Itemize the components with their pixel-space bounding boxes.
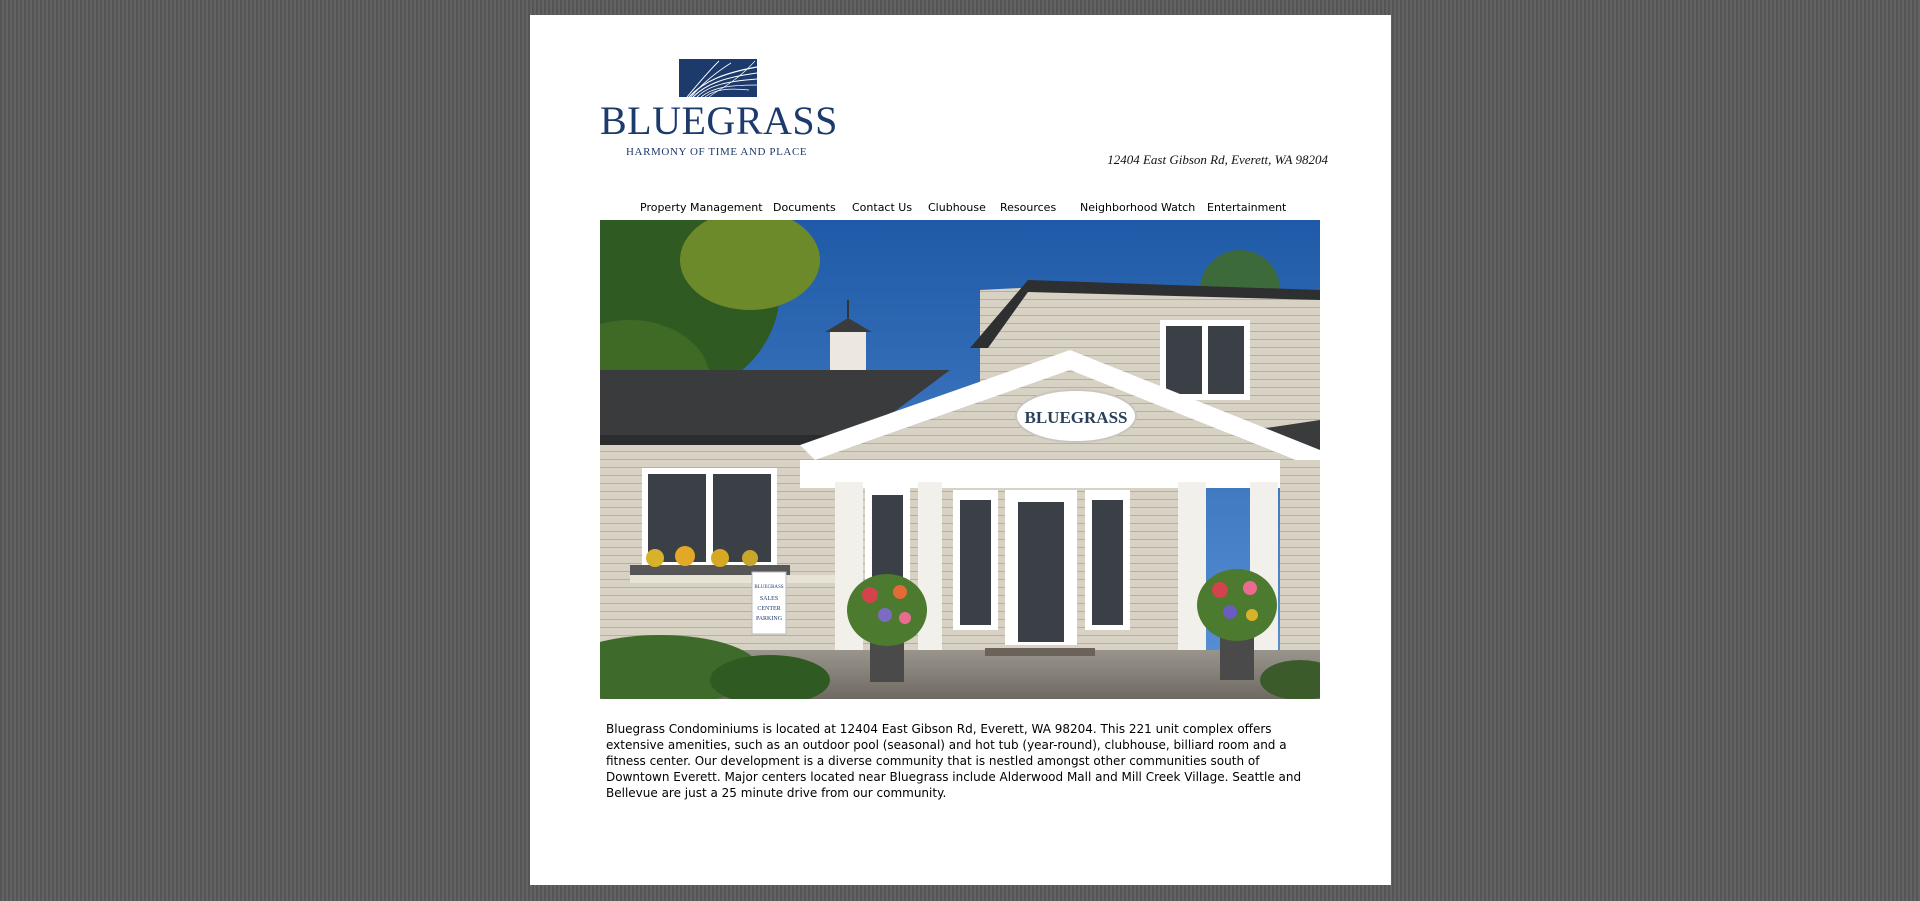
nav-item-entertainment[interactable]: Entertainment bbox=[1207, 201, 1286, 214]
logo-tagline: HARMONY OF TIME AND PLACE bbox=[626, 146, 808, 158]
nav-item-documents[interactable]: Documents bbox=[773, 201, 836, 214]
svg-text:CENTER: CENTER bbox=[757, 606, 780, 612]
svg-text:BLUEGRASS: BLUEGRASS bbox=[1025, 408, 1128, 427]
svg-text:PARKING: PARKING bbox=[756, 616, 783, 622]
site-logo[interactable]: BLUEGRASS HARMONY OF TIME AND PLACE bbox=[600, 59, 840, 174]
nav-item-clubhouse[interactable]: Clubhouse bbox=[928, 201, 986, 214]
main-nav: Property Management Documents Contact Us… bbox=[600, 201, 1320, 217]
nav-item-property-management[interactable]: Property Management bbox=[640, 201, 763, 214]
nav-item-neighborhood-watch[interactable]: Neighborhood Watch bbox=[1080, 201, 1195, 214]
grass-icon bbox=[679, 59, 757, 97]
nav-item-resources[interactable]: Resources bbox=[1000, 201, 1056, 214]
nav-item-contact-us[interactable]: Contact Us bbox=[852, 201, 912, 214]
intro-paragraph: Bluegrass Condominiums is located at 124… bbox=[606, 722, 1302, 800]
svg-text:BLUEGRASS: BLUEGRASS bbox=[754, 585, 783, 590]
logo-wordmark: BLUEGRASS bbox=[600, 98, 838, 143]
page-container: BLUEGRASS HARMONY OF TIME AND PLACE 1240… bbox=[530, 15, 1391, 885]
svg-text:SALES: SALES bbox=[760, 596, 778, 602]
hero-photo: BLUEGRASS SALES CENTER PARKING BLUEGRASS bbox=[600, 220, 1320, 699]
site-address: 12404 East Gibson Rd, Everett, WA 98204 bbox=[1107, 152, 1328, 167]
